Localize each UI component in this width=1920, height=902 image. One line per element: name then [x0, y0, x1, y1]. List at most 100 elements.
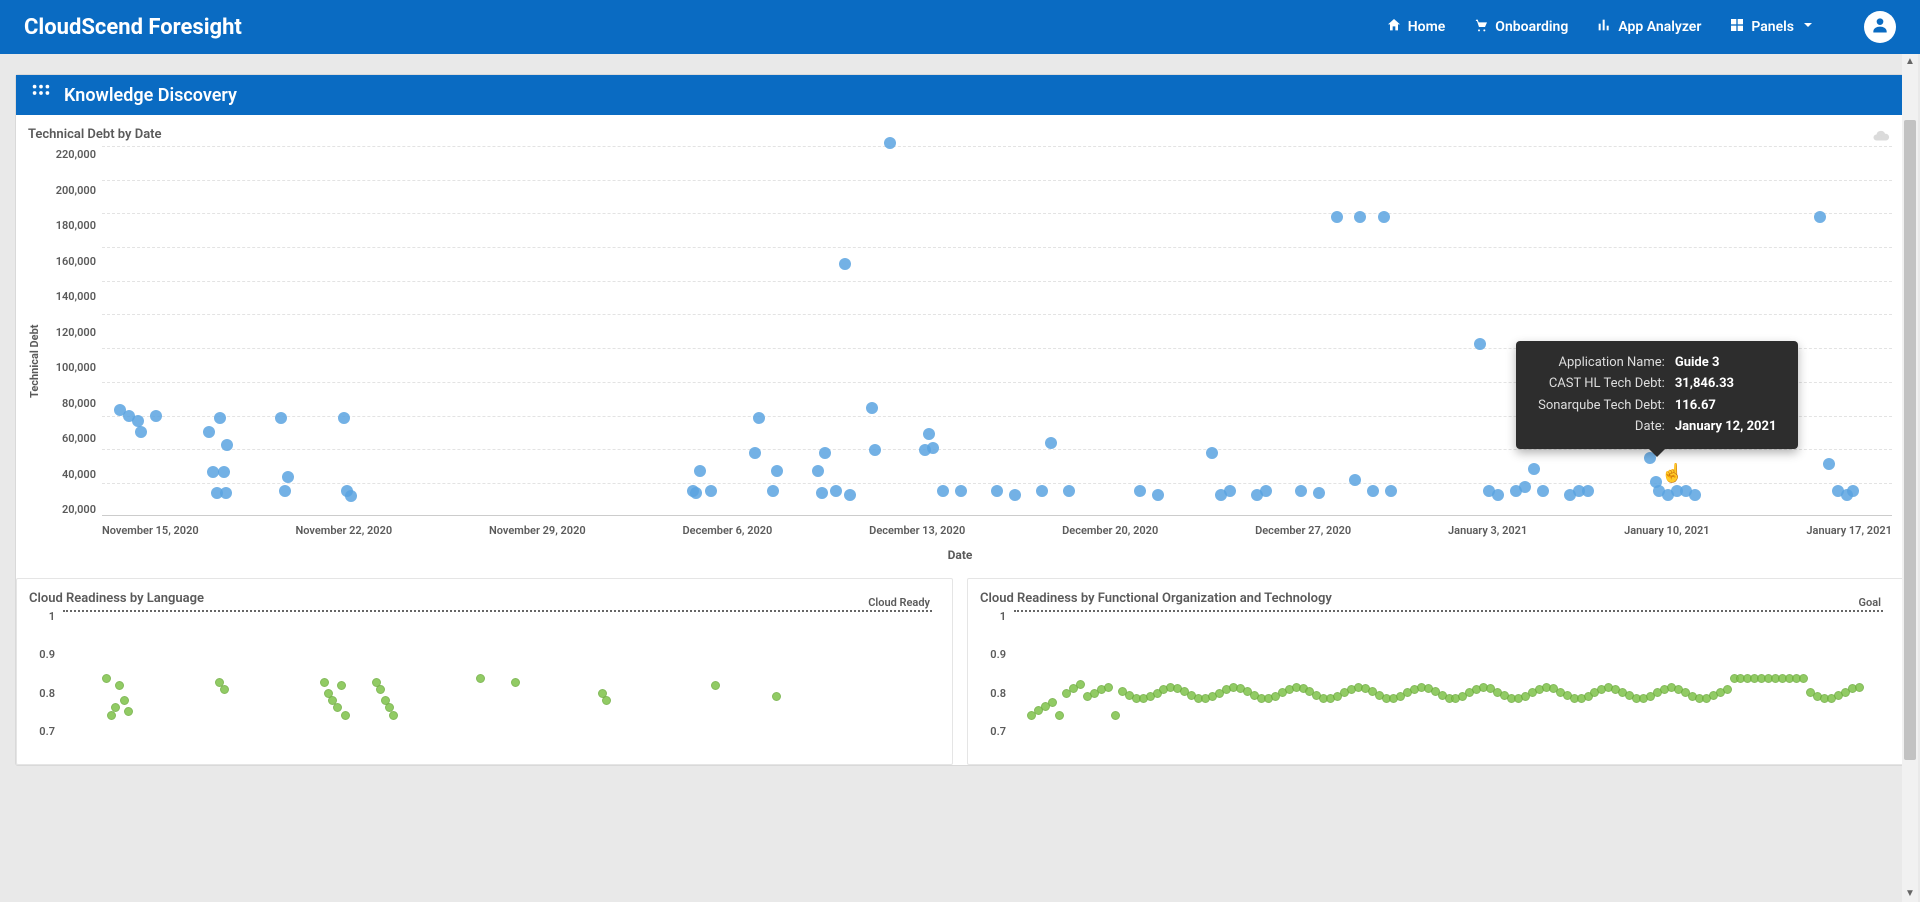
data-point[interactable] [884, 137, 896, 149]
data-point[interactable] [150, 410, 162, 422]
data-point[interactable] [1723, 685, 1732, 694]
data-point[interactable] [220, 685, 229, 694]
data-point[interactable] [1206, 447, 1218, 459]
data-point[interactable] [1582, 485, 1594, 497]
data-point[interactable] [341, 711, 350, 720]
data-point[interactable] [1689, 489, 1701, 501]
data-point[interactable] [1385, 485, 1397, 497]
nav-panels[interactable]: Panels [1729, 17, 1816, 37]
data-point[interactable] [844, 489, 856, 501]
data-point[interactable] [937, 485, 949, 497]
data-point[interactable] [333, 703, 342, 712]
data-point[interactable] [338, 412, 350, 424]
data-point[interactable] [927, 442, 939, 454]
nav-onboarding[interactable]: Onboarding [1473, 17, 1568, 37]
data-point[interactable] [830, 485, 842, 497]
scroll-down-arrow-icon[interactable]: ▼ [1902, 886, 1918, 902]
data-point[interactable] [1036, 485, 1048, 497]
chart3-plot-area[interactable]: Goal [1014, 610, 1883, 738]
data-point[interactable] [1048, 698, 1057, 707]
data-point[interactable] [1814, 211, 1826, 223]
data-point[interactable] [772, 692, 781, 701]
data-point[interactable] [1045, 437, 1057, 449]
data-point[interactable] [132, 415, 144, 427]
data-point[interactable] [124, 707, 133, 716]
data-point[interactable] [690, 487, 702, 499]
data-point[interactable] [376, 685, 385, 694]
data-point[interactable] [816, 487, 828, 499]
data-point[interactable] [955, 485, 967, 497]
data-point[interactable] [282, 471, 294, 483]
data-point[interactable] [869, 444, 881, 456]
data-point[interactable] [107, 711, 116, 720]
data-point[interactable] [1224, 485, 1236, 497]
scrollbar-thumb[interactable] [1904, 120, 1916, 760]
data-point[interactable] [511, 678, 520, 687]
data-point[interactable] [1528, 463, 1540, 475]
data-point[interactable] [345, 490, 357, 502]
data-point[interactable] [1354, 211, 1366, 223]
data-point[interactable] [1260, 485, 1272, 497]
data-point[interactable] [991, 485, 1003, 497]
tooltip-cast-label: CAST HL Tech Debt: [1534, 374, 1669, 394]
data-point[interactable] [1799, 674, 1808, 683]
data-point[interactable] [1349, 474, 1361, 486]
data-point[interactable] [135, 426, 147, 438]
data-point[interactable] [389, 711, 398, 720]
data-point[interactable] [1367, 485, 1379, 497]
data-point[interactable] [753, 412, 765, 424]
nav-app-analyzer[interactable]: App Analyzer [1596, 17, 1701, 37]
data-point[interactable] [476, 674, 485, 683]
data-point[interactable] [1055, 711, 1064, 720]
data-point[interactable] [1378, 211, 1390, 223]
data-point[interactable] [1823, 458, 1835, 470]
data-point[interactable] [749, 447, 761, 459]
data-point[interactable] [866, 402, 878, 414]
data-point[interactable] [275, 412, 287, 424]
data-point[interactable] [111, 703, 120, 712]
user-avatar[interactable] [1864, 11, 1896, 43]
data-point[interactable] [1537, 485, 1549, 497]
data-point[interactable] [1492, 489, 1504, 501]
scroll-up-arrow-icon[interactable]: ▲ [1902, 54, 1918, 70]
chart2-plot-area[interactable]: Cloud Ready [63, 610, 932, 738]
data-point[interactable] [1331, 211, 1343, 223]
data-point[interactable] [1063, 485, 1075, 497]
data-point[interactable] [767, 485, 779, 497]
chart1-plot-area[interactable]: November 15, 2020November 22, 2020Novemb… [102, 146, 1892, 516]
data-point[interactable] [115, 681, 124, 690]
data-point[interactable] [771, 465, 783, 477]
data-point[interactable] [812, 465, 824, 477]
data-point[interactable] [694, 465, 706, 477]
data-point[interactable] [279, 485, 291, 497]
data-point[interactable] [218, 466, 230, 478]
nav-home[interactable]: Home [1386, 17, 1446, 37]
vertical-scrollbar[interactable]: ▲ ▼ [1902, 54, 1918, 902]
data-point[interactable] [1134, 485, 1146, 497]
data-point[interactable] [102, 674, 111, 683]
data-point[interactable] [220, 487, 232, 499]
data-point[interactable] [923, 428, 935, 440]
data-point[interactable] [1295, 485, 1307, 497]
data-point[interactable] [1855, 683, 1864, 692]
data-point[interactable] [705, 485, 717, 497]
data-point[interactable] [1847, 485, 1859, 497]
data-point[interactable] [1519, 481, 1531, 493]
data-point[interactable] [320, 678, 329, 687]
data-point[interactable] [711, 681, 720, 690]
data-point[interactable] [819, 447, 831, 459]
data-point[interactable] [1009, 489, 1021, 501]
data-point[interactable] [602, 696, 611, 705]
data-point[interactable] [1076, 680, 1085, 689]
data-point[interactable] [1104, 683, 1113, 692]
data-point[interactable] [1313, 487, 1325, 499]
data-point[interactable] [839, 258, 851, 270]
data-point[interactable] [1152, 489, 1164, 501]
data-point[interactable] [214, 412, 226, 424]
data-point[interactable] [337, 681, 346, 690]
data-point[interactable] [203, 426, 215, 438]
data-point[interactable] [1474, 338, 1486, 350]
data-point[interactable] [120, 696, 129, 705]
data-point[interactable] [1111, 711, 1120, 720]
panel-body: Technical Debt by Date Technical Debt 22… [16, 115, 1904, 765]
